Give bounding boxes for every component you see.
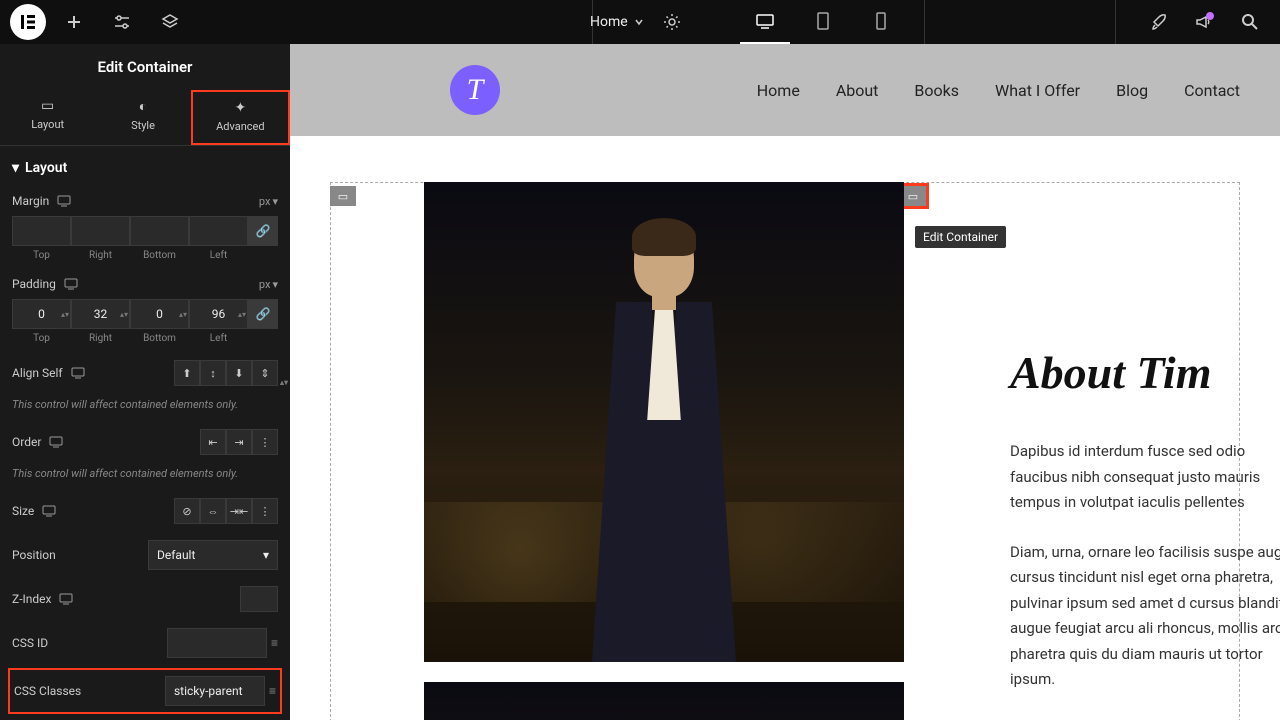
gear-icon[interactable] bbox=[652, 2, 692, 42]
align-hint: This control will affect contained eleme… bbox=[0, 394, 290, 421]
tab-layout[interactable]: ▭Layout bbox=[0, 90, 95, 145]
size-shrink-button[interactable]: ⇥⇤ bbox=[226, 498, 252, 524]
preview-canvas: T Home About Books What I Offer Blog Con… bbox=[290, 44, 1280, 720]
style-icon: ◐ bbox=[95, 98, 190, 115]
site-nav: Home About Books What I Offer Blog Conta… bbox=[757, 81, 1240, 100]
margin-link-icon[interactable]: 🔗 bbox=[248, 216, 278, 246]
device-icon[interactable] bbox=[71, 367, 85, 379]
tab-style[interactable]: ◐Style bbox=[95, 90, 190, 145]
chevron-down-icon: ▾ bbox=[263, 548, 269, 562]
nav-books[interactable]: Books bbox=[914, 81, 959, 100]
margin-bottom-input[interactable] bbox=[130, 216, 189, 246]
top-bar: Home bbox=[0, 0, 1280, 44]
page-name-dropdown[interactable]: Home bbox=[590, 14, 644, 30]
css-id-row: CSS ID ≡ bbox=[0, 620, 290, 666]
device-icon[interactable] bbox=[57, 195, 71, 207]
settings-sliders-icon[interactable] bbox=[102, 2, 142, 42]
device-mobile[interactable] bbox=[856, 0, 906, 44]
margin-top-input[interactable] bbox=[12, 216, 71, 246]
chevron-down-icon bbox=[634, 17, 644, 27]
nav-offer[interactable]: What I Offer bbox=[995, 81, 1080, 100]
site-header: T Home About Books What I Offer Blog Con… bbox=[290, 44, 1280, 136]
notification-dot bbox=[1206, 12, 1214, 20]
padding-link-icon[interactable]: 🔗 bbox=[248, 299, 278, 329]
padding-unit[interactable]: px ▾ bbox=[259, 278, 278, 291]
device-icon[interactable] bbox=[59, 593, 73, 605]
size-row: Size ⊘ ⇔ ⇥⇤ ⋮ bbox=[0, 490, 290, 532]
align-end-button[interactable]: ⬇ bbox=[226, 360, 252, 386]
layers-icon[interactable] bbox=[150, 2, 190, 42]
device-tablet[interactable] bbox=[798, 0, 848, 44]
position-row: Position Default▾ bbox=[0, 532, 290, 578]
sidebar-tabs: ▭Layout ◐Style ✦Advanced bbox=[0, 90, 290, 146]
order-row: Order ⇤ ⇥ ⋮ bbox=[0, 421, 290, 463]
layout-icon: ▭ bbox=[0, 98, 95, 114]
hero-image[interactable] bbox=[424, 182, 904, 662]
zindex-row: Z-Index bbox=[0, 578, 290, 620]
about-para-1[interactable]: Dapibus id interdum fusce sed odio fauci… bbox=[1010, 439, 1280, 516]
sidebar-title: Edit Container bbox=[0, 44, 290, 90]
add-icon[interactable] bbox=[54, 2, 94, 42]
device-icon[interactable] bbox=[64, 278, 78, 290]
advanced-icon: ✦ bbox=[193, 100, 288, 116]
editor-sidebar: Edit Container ▭Layout ◐Style ✦Advanced … bbox=[0, 44, 290, 720]
css-classes-input[interactable] bbox=[165, 676, 265, 706]
css-id-input[interactable] bbox=[167, 628, 267, 658]
elementor-logo[interactable] bbox=[10, 4, 46, 40]
zindex-input[interactable] bbox=[240, 586, 278, 612]
css-classes-row: CSS Classes ≡ bbox=[8, 668, 282, 714]
margin-right-input[interactable] bbox=[71, 216, 130, 246]
position-select[interactable]: Default▾ bbox=[148, 540, 278, 570]
padding-row: Padding px ▾ bbox=[0, 269, 290, 299]
nav-about[interactable]: About bbox=[836, 81, 879, 100]
about-para-2[interactable]: Diam, urna, ornare leo facilisis suspe a… bbox=[1010, 540, 1280, 693]
device-icon[interactable] bbox=[49, 436, 63, 448]
margin-row: Margin px ▾ bbox=[0, 186, 290, 216]
order-start-button[interactable]: ⇤ bbox=[200, 429, 226, 455]
device-icon[interactable] bbox=[42, 505, 56, 517]
tab-advanced[interactable]: ✦Advanced bbox=[191, 90, 290, 145]
align-start-button[interactable]: ⬆ bbox=[174, 360, 200, 386]
size-more-button[interactable]: ⋮ bbox=[252, 498, 278, 524]
order-hint: This control will affect contained eleme… bbox=[0, 463, 290, 490]
order-end-button[interactable]: ⇥ bbox=[226, 429, 252, 455]
hero-image-2[interactable] bbox=[424, 682, 904, 720]
dynamic-icon[interactable]: ≡ bbox=[269, 684, 276, 698]
search-icon[interactable] bbox=[1230, 2, 1270, 42]
page-name-label: Home bbox=[590, 14, 628, 30]
dynamic-icon[interactable]: ≡ bbox=[271, 636, 278, 650]
align-self-row: Align Self ⬆ ↕ ⬇ ⇕ bbox=[0, 352, 290, 394]
rocket-icon[interactable] bbox=[1138, 2, 1178, 42]
margin-unit[interactable]: px ▾ bbox=[259, 195, 278, 208]
nav-contact[interactable]: Contact bbox=[1184, 81, 1240, 100]
site-logo[interactable]: T bbox=[450, 65, 500, 115]
megaphone-icon[interactable] bbox=[1184, 2, 1224, 42]
size-none-button[interactable]: ⊘ bbox=[174, 498, 200, 524]
container-handle-outer[interactable]: ▭ bbox=[330, 186, 356, 206]
nav-home[interactable]: Home bbox=[757, 81, 800, 100]
section-layout-header[interactable]: ▾ Layout bbox=[0, 146, 290, 186]
container-tooltip: Edit Container bbox=[915, 226, 1006, 248]
about-title[interactable]: About Tim bbox=[1010, 346, 1280, 399]
about-text: About Tim Dapibus id interdum fusce sed … bbox=[1010, 346, 1280, 717]
nav-blog[interactable]: Blog bbox=[1116, 81, 1148, 100]
align-stretch-button[interactable]: ⇕ bbox=[252, 360, 278, 386]
order-more-button[interactable]: ⋮ bbox=[252, 429, 278, 455]
margin-left-input[interactable] bbox=[189, 216, 248, 246]
device-desktop[interactable] bbox=[740, 0, 790, 44]
align-center-button[interactable]: ↕ bbox=[200, 360, 226, 386]
size-grow-button[interactable]: ⇔ bbox=[200, 498, 226, 524]
